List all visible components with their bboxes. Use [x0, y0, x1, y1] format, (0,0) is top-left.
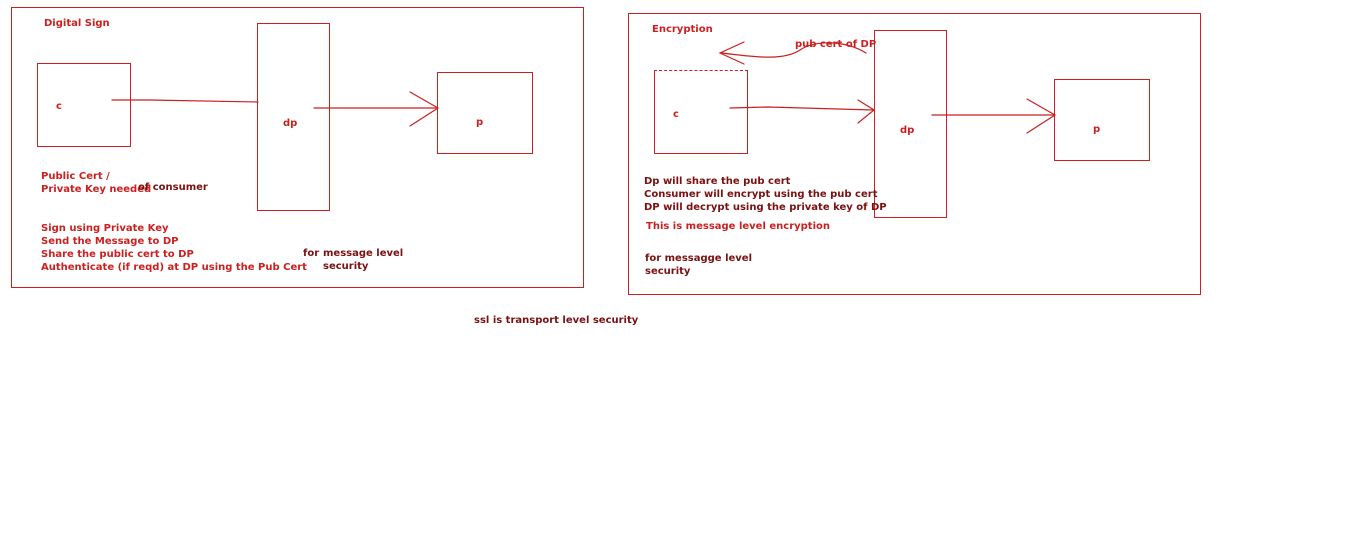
enc-arrowhead-p — [1026, 98, 1057, 134]
enc-connector-c-dp — [729, 106, 875, 111]
ds-arrowhead-p — [409, 91, 440, 127]
enc-pubcert-curve — [721, 42, 867, 58]
enc-arrowhead-dp — [857, 99, 876, 124]
connector-layer — [111, 41, 1057, 134]
ds-connector-c-dp — [111, 99, 259, 103]
